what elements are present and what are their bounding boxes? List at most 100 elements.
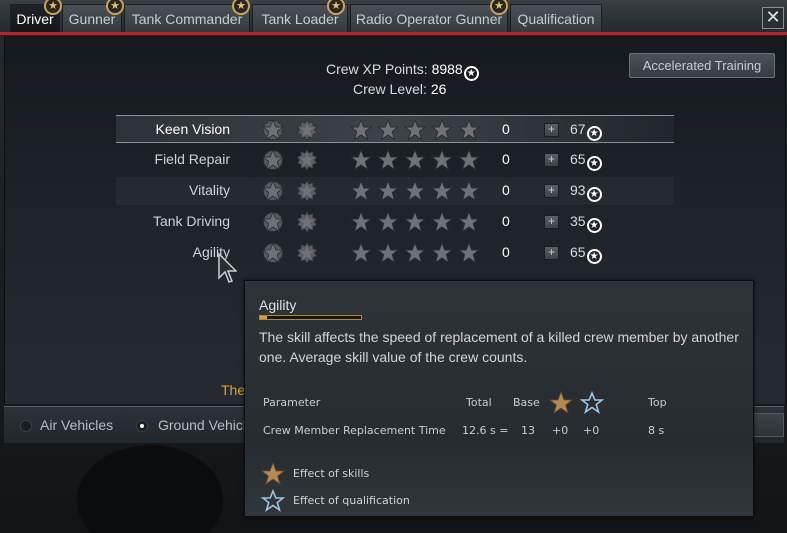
skill-star-icon bbox=[404, 149, 426, 171]
header-total: Total bbox=[466, 396, 492, 409]
skill-cost-value: 35 bbox=[570, 213, 586, 229]
row-top: 8 s bbox=[648, 424, 665, 437]
row-parameter: Crew Member Replacement Time bbox=[263, 424, 446, 437]
skill-progress-fill bbox=[260, 316, 268, 319]
crew-xp-label: Crew XP Points: bbox=[326, 61, 428, 77]
tab-radio-operator-gunner[interactable]: ★ Radio Operator Gunner bbox=[327, 0, 508, 32]
notice-text: The bbox=[221, 382, 246, 398]
skill-star-icon bbox=[431, 180, 453, 202]
plus-icon: + bbox=[547, 214, 555, 228]
increase-skill-button[interactable]: + bbox=[544, 246, 559, 260]
increase-skill-button[interactable]: + bbox=[544, 215, 559, 229]
tooltip-title: Agility bbox=[259, 297, 297, 313]
skill-name: Vitality bbox=[189, 182, 230, 198]
radio-ground-vehicles[interactable] bbox=[136, 420, 148, 432]
skill-star-icon bbox=[431, 242, 453, 264]
xp-coin-icon: ★ bbox=[463, 66, 479, 81]
crew-level-label: Crew Level: bbox=[353, 81, 427, 97]
qualification-star-icon bbox=[260, 488, 286, 512]
skill-row[interactable]: Tank Driving 0 + 35 ★ bbox=[116, 208, 674, 236]
skill-progress-bar bbox=[259, 315, 362, 320]
increase-skill-button[interactable]: + bbox=[544, 123, 559, 137]
xp-coin-icon: ★ bbox=[586, 187, 602, 202]
skill-star-icon bbox=[404, 119, 426, 141]
skill-cost-value: 67 bbox=[570, 121, 586, 137]
skill-value: 0 bbox=[502, 151, 510, 167]
skill-name: Tank Driving bbox=[152, 213, 230, 229]
header-parameter: Parameter bbox=[263, 396, 321, 409]
increase-skill-button[interactable]: + bbox=[544, 153, 559, 167]
skill-cost: 65 ★ bbox=[570, 151, 602, 171]
plus-icon: + bbox=[547, 152, 555, 166]
skill-stars bbox=[350, 242, 485, 269]
skill-medal-icon bbox=[262, 180, 284, 202]
skill-value: 0 bbox=[502, 244, 510, 260]
row-total: 12.6 s = bbox=[462, 424, 509, 437]
radio-air-vehicles[interactable] bbox=[20, 420, 32, 432]
tab-qualification[interactable]: ★ Qualification bbox=[490, 0, 602, 32]
skill-star-icon bbox=[431, 211, 453, 233]
skill-name: Agility bbox=[192, 244, 230, 260]
skill-value: 0 bbox=[502, 121, 510, 137]
air-vehicles-label[interactable]: Air Vehicles bbox=[40, 417, 113, 433]
skill-row[interactable]: Vitality 0 + 93 ★ bbox=[116, 177, 674, 205]
skill-row[interactable]: Keen Vision 0 + 67 ★ bbox=[116, 115, 674, 143]
accelerated-training-button[interactable]: Accelerated Training bbox=[629, 53, 775, 78]
skill-medal-icon bbox=[262, 242, 284, 264]
tooltip-description: The skill affects the speed of replaceme… bbox=[259, 329, 739, 365]
mouse-cursor-icon bbox=[218, 252, 237, 283]
skill-star-icon bbox=[458, 149, 480, 171]
skill-star-icon bbox=[377, 211, 399, 233]
skills-star-icon bbox=[260, 461, 286, 486]
skill-stars bbox=[350, 149, 485, 176]
header-base: Base bbox=[513, 396, 540, 409]
qualification-medal-icon bbox=[296, 180, 318, 202]
skill-star-icon bbox=[431, 149, 453, 171]
increase-skill-button[interactable]: + bbox=[544, 184, 559, 198]
header-top: Top bbox=[648, 396, 667, 409]
skill-star-icon bbox=[350, 242, 372, 264]
skill-star-icon bbox=[350, 211, 372, 233]
skill-star-icon bbox=[404, 180, 426, 202]
row-skills: +0 bbox=[552, 424, 569, 437]
plus-icon: + bbox=[547, 122, 555, 136]
skill-name: Field Repair bbox=[154, 151, 230, 167]
skill-medal-icon bbox=[262, 149, 284, 171]
plus-icon: + bbox=[547, 245, 555, 259]
skill-medal-icon bbox=[262, 211, 284, 233]
crew-xp-points: Crew XP Points: 8988 ★ bbox=[326, 61, 479, 81]
skill-star-icon bbox=[458, 242, 480, 264]
skill-star-icon bbox=[458, 180, 480, 202]
qualification-star-icon bbox=[580, 391, 604, 414]
skill-star-icon bbox=[458, 119, 480, 141]
skill-star-icon bbox=[377, 119, 399, 141]
skill-row[interactable]: Field Repair 0 + 65 ★ bbox=[116, 146, 674, 174]
skill-row[interactable]: Agility 0 + 65 ★ bbox=[116, 239, 674, 267]
crew-tab-bar: Driver ★ Gunner ★ Tank Commander ★ Tank … bbox=[0, 0, 787, 36]
skill-cost: 67 ★ bbox=[570, 121, 602, 141]
xp-coin-icon: ★ bbox=[586, 218, 602, 233]
skill-star-icon bbox=[377, 180, 399, 202]
skill-star-icon bbox=[350, 119, 372, 141]
skill-star-icon bbox=[350, 180, 372, 202]
tab-label: Radio Operator Gunner bbox=[355, 11, 503, 27]
skill-star-icon bbox=[377, 242, 399, 264]
qualification-medal-icon bbox=[296, 149, 318, 171]
tab-underline bbox=[0, 32, 787, 35]
close-button[interactable]: ✕ bbox=[762, 7, 784, 29]
skill-cost: 93 ★ bbox=[570, 182, 602, 202]
skill-cost: 65 ★ bbox=[570, 244, 602, 264]
skill-star-icon bbox=[404, 211, 426, 233]
row-qualification: +0 bbox=[583, 424, 600, 437]
skill-star-icon bbox=[404, 242, 426, 264]
legend-label: Effect of skills bbox=[293, 467, 370, 480]
skill-stars bbox=[350, 119, 485, 146]
tab-tank-commander[interactable]: ★ Tank Commander bbox=[106, 0, 250, 32]
skill-value: 0 bbox=[502, 213, 510, 229]
skill-cost-value: 65 bbox=[570, 151, 586, 167]
skill-name: Keen Vision bbox=[155, 121, 230, 137]
skill-star-icon bbox=[350, 149, 372, 171]
skill-star-icon bbox=[458, 211, 480, 233]
qualification-medal-icon bbox=[296, 242, 318, 264]
legend-qualification: Effect of qualification bbox=[260, 488, 410, 516]
